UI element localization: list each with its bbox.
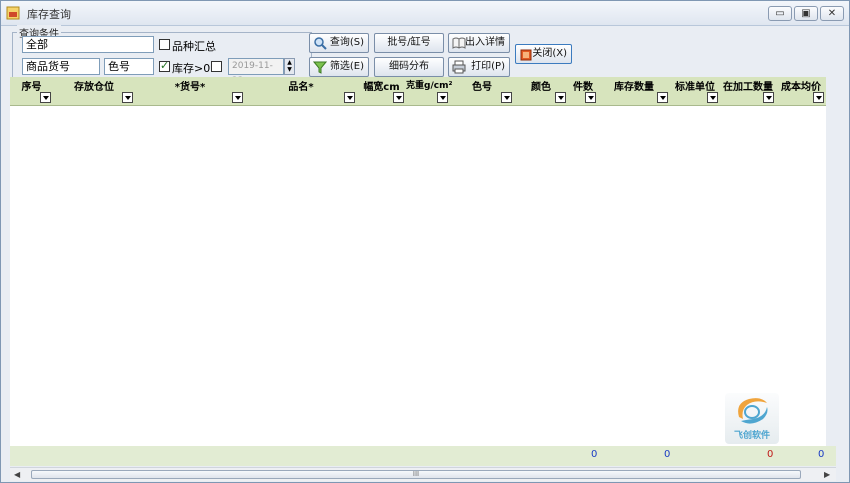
app-icon	[6, 6, 20, 20]
column-header-std-unit[interactable]: 标准单位	[670, 77, 720, 105]
batch-button-label: 批号/缸号	[387, 37, 431, 48]
column-label: 品名*	[288, 82, 314, 93]
sum-avg-cost: 0	[818, 449, 825, 460]
dropdown-icon[interactable]	[344, 92, 355, 103]
variety-summary-checkbox[interactable]	[159, 39, 170, 50]
grip-icon: III	[412, 470, 420, 478]
maximize-icon: ▣	[801, 8, 811, 19]
yard-distribution-label: 细码分布	[389, 61, 429, 72]
dropdown-icon[interactable]	[393, 92, 404, 103]
column-label: 色号	[472, 82, 492, 93]
dropdown-icon[interactable]	[585, 92, 596, 103]
dropdown-icon[interactable]	[501, 92, 512, 103]
date-filter-checkbox[interactable]	[211, 61, 222, 72]
column-header-location[interactable]: 存放仓位	[53, 77, 135, 105]
scope-select[interactable]: 全部	[22, 36, 154, 53]
dropdown-icon[interactable]	[813, 92, 824, 103]
scroll-thumb[interactable]: III	[31, 470, 801, 479]
column-label: 标准单位	[675, 82, 715, 93]
exit-icon	[520, 49, 532, 61]
query-button[interactable]: 查询(S)	[309, 33, 369, 53]
grid-body[interactable]	[10, 106, 826, 446]
close-icon: ✕	[827, 8, 837, 19]
sum-stock-qty: 0	[664, 449, 671, 460]
window-title: 库存查询	[27, 8, 71, 21]
in-out-detail-label: 出入详情	[465, 37, 505, 48]
column-header-color-code[interactable]: 色号	[450, 77, 514, 105]
query-button-label: 查询(S)	[329, 37, 364, 48]
spin-down-icon[interactable]: ▼	[285, 66, 294, 73]
main-window: 库存查询 ▭ ▣ ✕ 查询条件 全部 品种汇总 商品货号 色号 库存>0 201…	[0, 0, 850, 483]
dropdown-icon[interactable]	[232, 92, 243, 103]
column-header-product-name[interactable]: 品名*	[245, 77, 357, 105]
watermark-logo: 飞创软件	[725, 393, 779, 444]
grid-header: 序号 存放仓位 *货号* 品名* 幅宽cm 克重g/cm² 色号 颜色 件数 库…	[10, 77, 826, 106]
stock-positive-label: 库存>0	[172, 62, 211, 75]
yard-distribution-button[interactable]: 细码分布	[374, 57, 444, 77]
logo-mark-icon	[738, 398, 768, 424]
spin-up-icon[interactable]: ▲	[285, 59, 294, 66]
column-header-width[interactable]: 幅宽cm	[357, 77, 406, 105]
variety-summary-label: 品种汇总	[172, 40, 216, 53]
scroll-left-icon[interactable]: ◀	[14, 470, 20, 479]
minimize-button[interactable]: ▭	[768, 6, 792, 21]
filter-button-label: 筛选(E)	[329, 61, 364, 72]
print-button-label: 打印(P)	[471, 61, 505, 72]
horizontal-scrollbar[interactable]: ◀ III ▶	[10, 467, 836, 481]
book-icon	[452, 37, 466, 49]
minimize-icon: ▭	[775, 8, 785, 19]
date-spinner[interactable]: ▲ ▼	[284, 58, 295, 75]
column-label: 件数	[573, 82, 593, 93]
column-header-weight[interactable]: 克重g/cm²	[406, 77, 453, 105]
watermark-text: 飞创软件	[733, 431, 770, 441]
maximize-button[interactable]: ▣	[794, 6, 818, 21]
dropdown-icon[interactable]	[555, 92, 566, 103]
grid-footer: 0 0 0 0	[10, 446, 836, 466]
dropdown-icon[interactable]	[122, 92, 133, 103]
close-button[interactable]: 关闭(X)	[515, 44, 572, 64]
magnifier-icon	[314, 37, 327, 50]
dropdown-icon[interactable]	[437, 92, 448, 103]
printer-icon	[452, 60, 466, 74]
dropdown-icon[interactable]	[707, 92, 718, 103]
print-button[interactable]: 打印(P)	[448, 57, 510, 77]
dropdown-icon[interactable]	[763, 92, 774, 103]
column-header-stock-qty[interactable]: 库存数量	[598, 77, 670, 105]
in-out-detail-button[interactable]: 出入详情	[448, 33, 510, 53]
stock-positive-checkbox[interactable]	[159, 59, 170, 72]
dropdown-icon[interactable]	[657, 92, 668, 103]
close-button-label: 关闭(X)	[532, 48, 567, 59]
column-label: 颜色	[531, 82, 551, 93]
column-header-processing-qty[interactable]: 在加工数量	[720, 77, 776, 105]
grid-right-edge	[836, 77, 849, 467]
date-input[interactable]: 2019-11-22	[228, 58, 284, 86]
color-code-input[interactable]: 色号	[104, 58, 154, 75]
column-label: 克重g/cm²	[406, 81, 453, 91]
dropdown-icon[interactable]	[40, 92, 51, 103]
filter-icon	[313, 61, 327, 74]
sum-pieces: 0	[591, 449, 598, 460]
batch-button[interactable]: 批号/缸号	[374, 33, 444, 53]
column-header-pieces[interactable]: 件数	[568, 77, 598, 105]
column-header-index[interactable]: 序号	[10, 77, 53, 105]
column-header-product-code[interactable]: *货号*	[135, 77, 245, 105]
column-header-color[interactable]: 颜色	[514, 77, 568, 105]
title-bar[interactable]: 库存查询 ▭ ▣ ✕	[1, 1, 849, 26]
product-code-input[interactable]: 商品货号	[22, 58, 100, 75]
column-label: 在加工数量	[723, 82, 773, 93]
scroll-right-icon[interactable]: ▶	[824, 470, 830, 479]
column-header-avg-cost[interactable]: 成本均价	[776, 77, 826, 105]
column-label: 幅宽cm	[363, 82, 400, 93]
column-label: 存放仓位	[74, 82, 114, 93]
close-window-button[interactable]: ✕	[820, 6, 844, 21]
column-label: *货号*	[174, 82, 206, 93]
sum-processing-qty: 0	[767, 449, 774, 460]
column-label: 成本均价	[781, 82, 821, 93]
column-label: 序号	[21, 82, 42, 93]
column-label: 库存数量	[614, 82, 654, 93]
filter-button[interactable]: 筛选(E)	[309, 57, 369, 77]
